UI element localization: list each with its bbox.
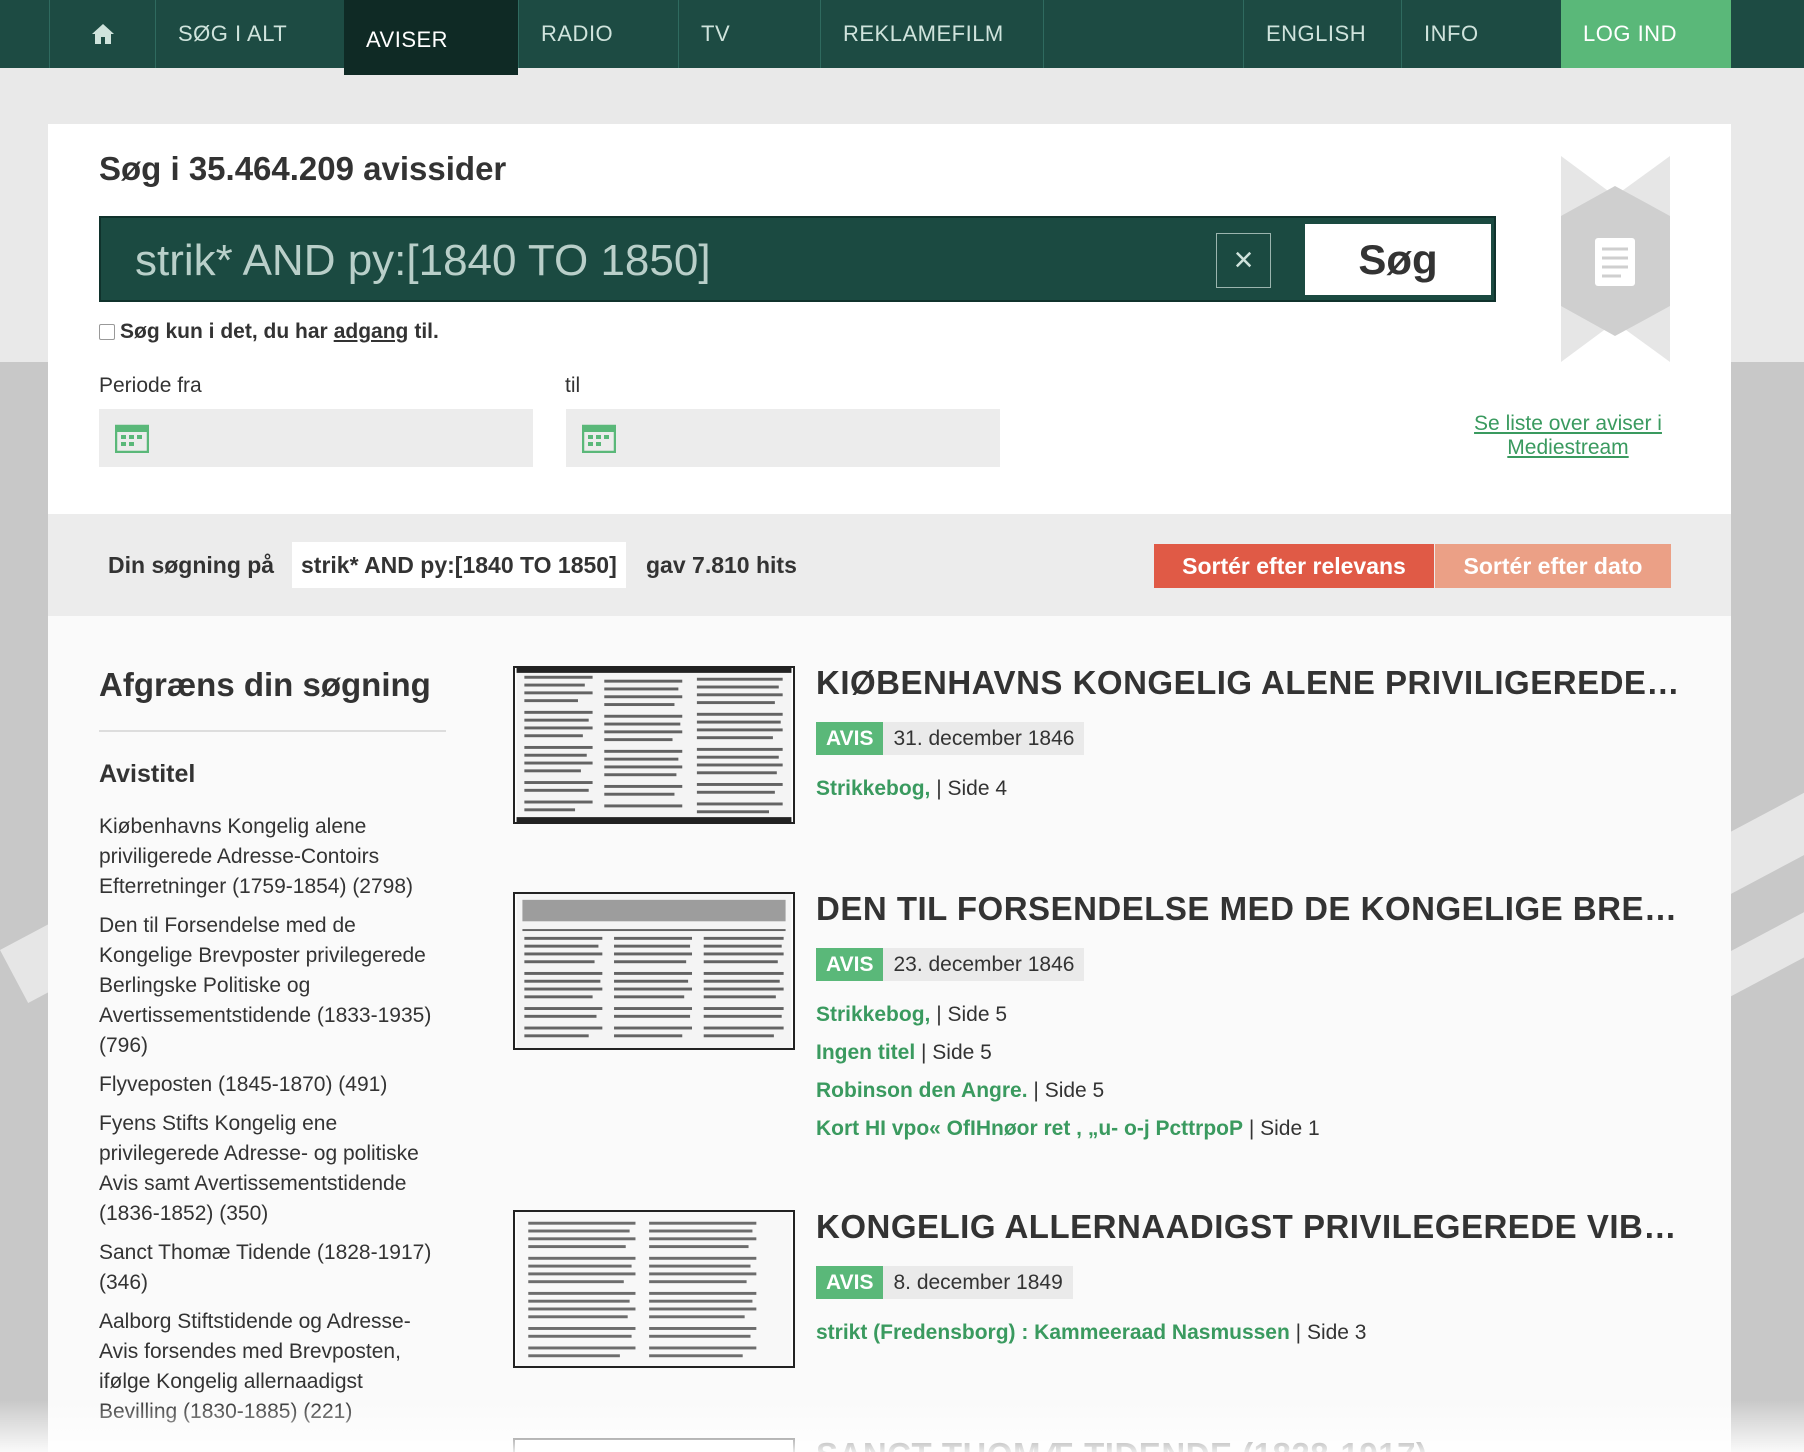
result-date: 8. december 1849 xyxy=(883,1266,1073,1299)
hit-link[interactable]: strikt (Fredensborg) : Kammeeraad Nasmus… xyxy=(816,1321,1290,1344)
result-title[interactable]: SANCT THOMÆ TIDENDE (1828-1917) xyxy=(816,1436,1686,1452)
newspaper-thumbnail[interactable] xyxy=(513,1210,795,1368)
result-hits: Strikkebog, | Side 5 Ingen titel | Side … xyxy=(816,996,1320,1148)
newspaper-icon xyxy=(1561,156,1670,362)
newspaper-list-link[interactable]: Se liste over aviser i Mediestream xyxy=(1438,412,1698,460)
hit-link[interactable]: Kort HI vpo« OfIHnøor ret , „u- o-j Pctt… xyxy=(816,1117,1243,1140)
hit-link[interactable]: Ingen titel xyxy=(816,1041,915,1064)
hit-line: strikt (Fredensborg) : Kammeeraad Nasmus… xyxy=(816,1314,1367,1352)
hit-page: | Side 4 xyxy=(936,777,1008,800)
hit-line: Strikkebog, | Side 4 xyxy=(816,770,1007,808)
nav-search-all[interactable]: SØG I ALT xyxy=(155,0,344,68)
filter-divider xyxy=(99,730,446,732)
newspaper-page-image xyxy=(516,668,792,822)
newspaper-thumbnail[interactable] xyxy=(513,892,795,1050)
search-input[interactable] xyxy=(135,236,1135,286)
newspaper-filter-list: Kiøbenhavns Kongelig alene priviligerede… xyxy=(99,812,439,1436)
hit-line: Strikkebog, | Side 5 xyxy=(816,996,1320,1034)
search-panel: Søg i 35.464.209 avissider × Søg Søg kun… xyxy=(48,124,1731,514)
results-hit-count: gav 7.810 hits xyxy=(646,552,797,578)
close-icon: × xyxy=(1233,241,1254,279)
filter-item[interactable]: Fyens Stifts Kongelig ene privilegerede … xyxy=(99,1109,439,1229)
result-title[interactable]: DEN TIL FORSENDELSE MED DE KONGELIGE BRE… xyxy=(816,890,1686,928)
hit-line: Ingen titel | Side 5 xyxy=(816,1034,1320,1072)
filter-subtitle: Avistitel xyxy=(99,760,196,788)
result-meta: AVIS 31. december 1846 xyxy=(816,722,1085,755)
home-icon xyxy=(91,24,114,44)
period-from-label: Periode fra xyxy=(99,374,202,397)
newspaper-thumbnail[interactable] xyxy=(513,666,795,824)
result-hits: strikt (Fredensborg) : Kammeeraad Nasmus… xyxy=(816,1314,1367,1352)
results-content: Afgræns din søgning Avistitel Kiøbenhavn… xyxy=(48,616,1731,1452)
result-date: 23. december 1846 xyxy=(883,948,1085,981)
result-date: 31. december 1846 xyxy=(883,722,1085,755)
period-to-field[interactable] xyxy=(566,409,1000,467)
access-link[interactable]: adgang xyxy=(334,320,409,344)
filter-item[interactable]: Flyveposten (1845-1870) (491) xyxy=(99,1070,439,1100)
access-label-pre: Søg kun i det, du har xyxy=(120,320,328,343)
newspaper-page-image xyxy=(516,894,792,1048)
result-type-badge: AVIS xyxy=(816,948,884,981)
filter-item[interactable]: Den til Forsendelse med de Kongelige Bre… xyxy=(99,911,439,1061)
nav-tv[interactable]: TV xyxy=(678,0,820,68)
result-title[interactable]: KIØBENHAVNS KONGELIG ALENE PRIVILIGEREDE… xyxy=(816,664,1686,702)
hit-link[interactable]: Robinson den Angre. xyxy=(816,1079,1028,1102)
hit-page: | Side 1 xyxy=(1248,1117,1320,1140)
newspaper-page-image xyxy=(516,1212,792,1366)
clear-search-button[interactable]: × xyxy=(1216,233,1271,288)
hit-page: | Side 5 xyxy=(1033,1079,1105,1102)
result-meta: AVIS 23. december 1846 xyxy=(816,948,1085,981)
nav-spacer xyxy=(1043,0,1243,68)
results-label: Din søgning på xyxy=(108,552,275,578)
sort-date-button[interactable]: Sortér efter dato xyxy=(1435,544,1671,588)
hit-page: | Side 5 xyxy=(921,1041,992,1064)
results-query: strik* AND py:[1840 TO 1850] xyxy=(292,542,626,588)
filter-title: Afgræns din søgning xyxy=(99,666,431,703)
results-summary-bar: Din søgning på strik* AND py:[1840 TO 18… xyxy=(48,514,1731,616)
calendar-icon xyxy=(115,424,149,453)
hit-link[interactable]: Strikkebog, xyxy=(816,777,930,800)
sort-relevance-button[interactable]: Sortér efter relevans xyxy=(1154,544,1434,588)
calendar-icon xyxy=(582,424,616,453)
nav-english[interactable]: ENGLISH xyxy=(1243,0,1401,68)
filter-item[interactable]: Sanct Thomæ Tidende (1828-1917) (346) xyxy=(99,1238,439,1298)
search-box: × Søg xyxy=(99,216,1496,302)
result-type-badge: AVIS xyxy=(816,1266,884,1299)
login-button[interactable]: LOG IND xyxy=(1561,0,1731,68)
result-hits: Strikkebog, | Side 4 xyxy=(816,770,1007,808)
search-title: Søg i 35.464.209 avissider xyxy=(99,150,507,187)
nav-info[interactable]: INFO xyxy=(1401,0,1561,68)
result-meta: AVIS 8. december 1849 xyxy=(816,1266,1073,1299)
period-from-field[interactable] xyxy=(99,409,533,467)
period-to-label: til xyxy=(565,374,581,397)
hit-page: | Side 5 xyxy=(936,1003,1008,1026)
access-label-post: til. xyxy=(414,320,439,343)
access-filter[interactable]: Søg kun i det, du har adgang til. xyxy=(99,320,439,344)
result-type-badge: AVIS xyxy=(816,722,884,755)
newspaper-thumbnail[interactable] xyxy=(513,1438,795,1452)
hit-link[interactable]: Strikkebog, xyxy=(816,1003,930,1026)
filter-item[interactable]: Aalborg Stiftstidende og Adresse-Avis fo… xyxy=(99,1307,439,1427)
home-button[interactable] xyxy=(49,0,155,68)
search-button[interactable]: Søg xyxy=(1305,224,1491,295)
nav-aviser[interactable]: AVISER xyxy=(344,0,518,75)
nav-radio[interactable]: RADIO xyxy=(518,0,678,68)
hit-line: Robinson den Angre. | Side 5 xyxy=(816,1072,1320,1110)
nav-reklamefilm[interactable]: REKLAMEFILM xyxy=(820,0,1043,68)
access-checkbox[interactable] xyxy=(99,324,115,340)
result-title[interactable]: KONGELIG ALLERNAADIGST PRIVILEGEREDE VIB… xyxy=(816,1208,1686,1246)
filter-item[interactable]: Kiøbenhavns Kongelig alene priviligerede… xyxy=(99,812,439,902)
top-navigation: SØG I ALT AVISER RADIO TV REKLAMEFILM EN… xyxy=(0,0,1804,75)
hit-line: Kort HI vpo« OfIHnøor ret , „u- o-j Pctt… xyxy=(816,1110,1320,1148)
hit-page: | Side 3 xyxy=(1295,1321,1367,1344)
